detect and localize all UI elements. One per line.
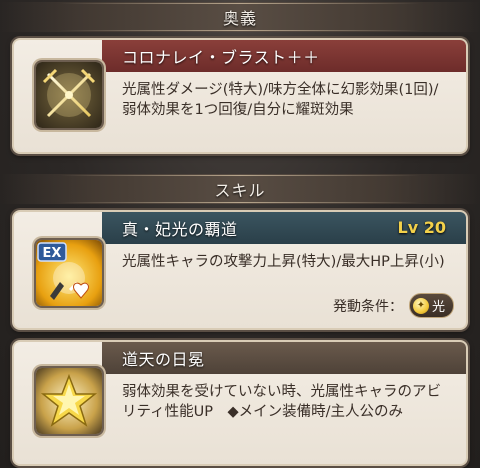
- condition-label: 発動条件：: [332, 298, 403, 315]
- ougi-name: コロナレイ・ブラスト＋＋: [122, 48, 320, 67]
- ex-skill-icon: EX: [36, 240, 102, 306]
- skill-section-header: スキル: [0, 174, 480, 204]
- skill-1-description: 光属性キャラの攻撃力上昇(特大)/最大HP上昇(小): [122, 254, 445, 270]
- ougi-title-bar: コロナレイ・ブラスト＋＋: [102, 40, 466, 72]
- ougi-header-label: 奥義: [222, 9, 257, 28]
- star-icon: [36, 368, 102, 434]
- ougi-section-header: 奥義: [0, 2, 480, 32]
- light-orb-icon: ✦: [412, 297, 429, 314]
- ex-badge-text: EX: [43, 246, 62, 261]
- crossed-swords-icon: [36, 62, 102, 128]
- skill-2-name: 道天の日冕: [122, 350, 205, 369]
- skill-1-name: 真・妃光の覇道: [122, 220, 238, 239]
- ougi-card[interactable]: コロナレイ・ブラスト＋＋ 光属性ダメージ(特大)/味方全体に幻影効果(1回)/弱…: [12, 38, 468, 154]
- skill-card-1[interactable]: 真・妃光の覇道 Lv 20 EX 光属性キャラの攻撃力上昇(特大)/最大HP上昇…: [12, 210, 468, 330]
- condition-value: 光: [431, 300, 445, 315]
- skill-1-level: Lv 20: [397, 218, 446, 237]
- skill-2-title-bar: 道天の日冕: [102, 342, 466, 374]
- light-element-badge: ✦ 光: [408, 293, 454, 318]
- ougi-description: 光属性ダメージ(特大)/味方全体に幻影効果(1回)/弱体効果を1つ回復/自分に耀…: [122, 82, 439, 118]
- skill-card-2[interactable]: 道天の日冕 弱体効果を受けていない時、光属性キャラのアビリティ性能UP ◆メイン…: [12, 340, 468, 466]
- skill-2-description: 弱体効果を受けていない時、光属性キャラのアビリティ性能UP ◆メイン装備時/主人…: [122, 384, 441, 420]
- skill-header-label: スキル: [214, 181, 266, 200]
- activation-condition: 発動条件： ✦ 光: [333, 293, 454, 318]
